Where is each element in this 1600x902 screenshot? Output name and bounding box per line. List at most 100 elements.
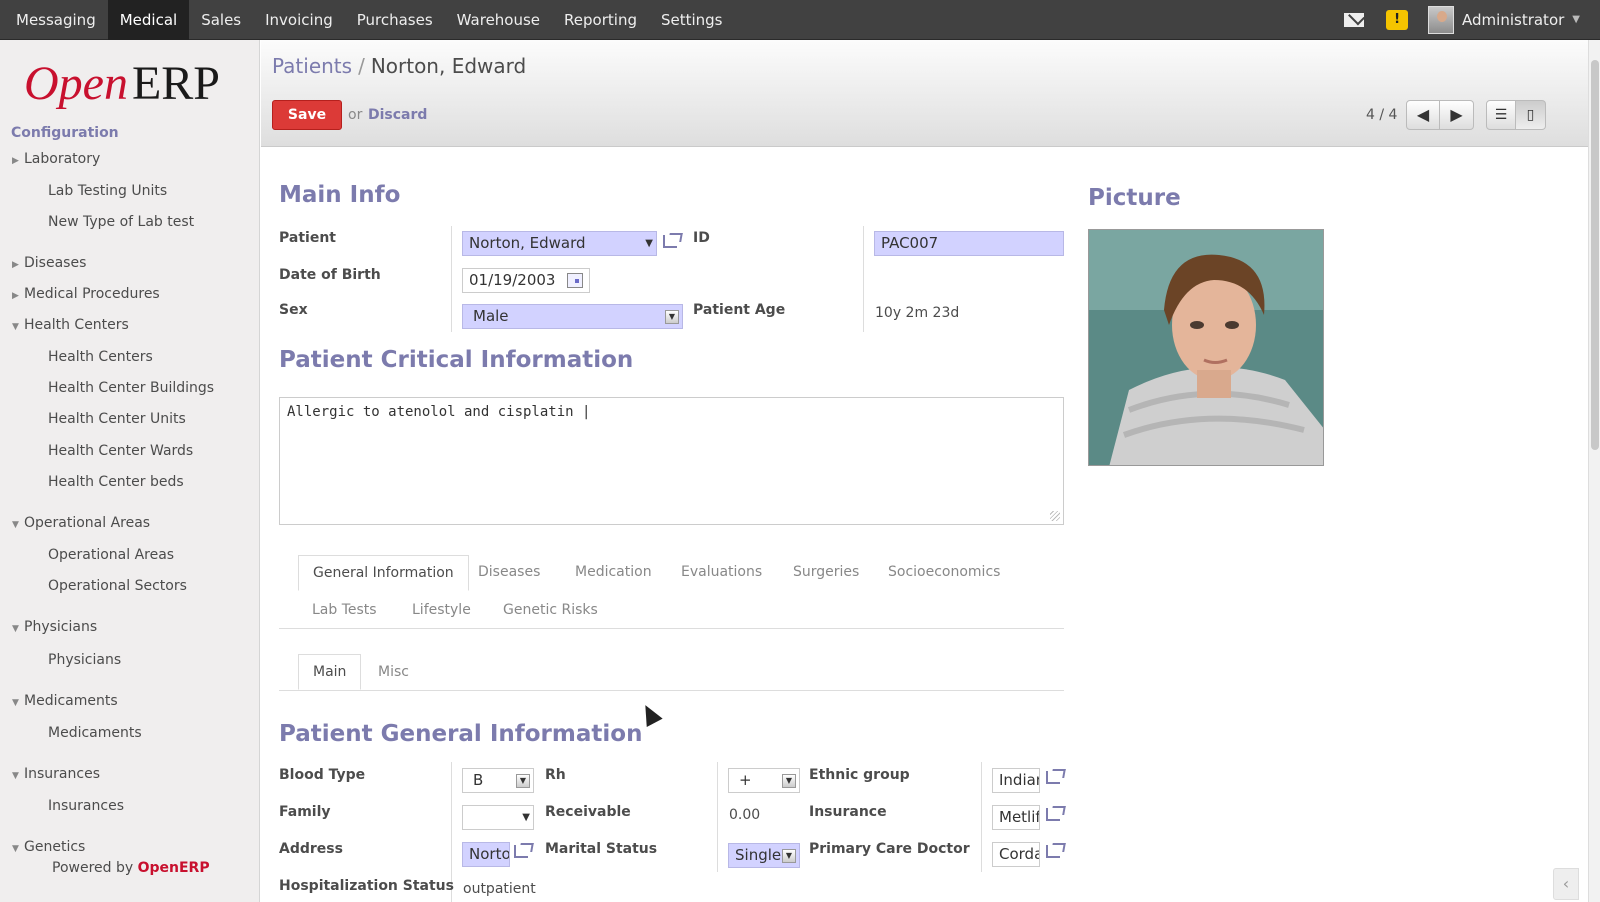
patient-photo-image <box>1089 230 1323 465</box>
subtab-misc[interactable]: Misc <box>378 664 409 680</box>
sex-select[interactable]: Male ▼ <box>462 304 683 329</box>
ethnic-group-field[interactable]: Indian <box>992 768 1040 793</box>
menu-reporting[interactable]: Reporting <box>552 0 649 40</box>
tab-general-information[interactable]: General Information <box>298 555 469 591</box>
menu-medical[interactable]: Medical <box>107 0 190 40</box>
sidebar-item-health-centers[interactable]: Health Centers <box>48 349 153 365</box>
sidebar-item-insurances-group[interactable]: ▼ Insurances <box>12 766 100 782</box>
sidebar-item-medical-procedures[interactable]: ▶ Medical Procedures <box>12 286 160 302</box>
dropdown-icon[interactable]: ▼ <box>665 310 679 324</box>
dob-label: Date of Birth <box>279 267 381 283</box>
external-link-icon[interactable] <box>1045 841 1065 859</box>
powered-by-link[interactable]: OpenERP <box>138 860 210 876</box>
mail-icon[interactable] <box>1344 12 1365 27</box>
list-view-icon[interactable]: ☰ <box>1486 100 1516 130</box>
discard-button[interactable]: Discard <box>368 107 427 123</box>
form-view-icon[interactable]: ▯ <box>1516 100 1546 130</box>
external-link-icon[interactable] <box>1045 804 1065 822</box>
external-link-icon[interactable] <box>513 841 533 859</box>
sidebar-item-operational-sectors[interactable]: Operational Sectors <box>48 578 187 594</box>
avatar[interactable] <box>1428 5 1455 34</box>
patient-photo[interactable] <box>1088 229 1324 466</box>
sidebar: OpenERP Configuration ▶ Laboratory Lab Te… <box>0 40 260 902</box>
dob-field[interactable]: 01/19/2003 <box>462 268 590 293</box>
external-link-icon[interactable] <box>1045 767 1065 785</box>
address-field[interactable]: Norton <box>462 842 510 867</box>
save-button[interactable]: Save <box>272 100 342 130</box>
calendar-icon[interactable] <box>567 273 583 288</box>
receivable-value: 0.00 <box>729 807 761 823</box>
rh-select[interactable]: + ▼ <box>728 768 800 793</box>
dropdown-icon[interactable]: ▼ <box>782 849 796 863</box>
dropdown-icon[interactable]: ▼ <box>782 774 796 788</box>
sidebar-item-health-centers-group[interactable]: ▼ Health Centers <box>12 317 129 333</box>
openerp-logo[interactable]: OpenERP <box>24 56 220 111</box>
sidebar-item-insurances[interactable]: Insurances <box>48 798 124 814</box>
tab-medication[interactable]: Medication <box>575 564 652 580</box>
tab-lab-tests[interactable]: Lab Tests <box>312 602 377 618</box>
arrow-left-icon[interactable]: ◀ <box>1406 100 1440 130</box>
family-label: Family <box>279 804 331 820</box>
divider <box>863 226 864 332</box>
menu-warehouse[interactable]: Warehouse <box>445 0 552 40</box>
expand-icon: ▶ <box>12 156 19 166</box>
sidebar-item-physicians[interactable]: Physicians <box>48 652 121 668</box>
tab-surgeries[interactable]: Surgeries <box>793 564 859 580</box>
sidebar-item-medicaments-group[interactable]: ▼ Medicaments <box>12 693 118 709</box>
section-main-info: Main Info <box>279 182 401 208</box>
tabs-divider <box>279 628 1064 629</box>
user-name[interactable]: Administrator <box>1462 11 1564 29</box>
sidebar-item-health-center-buildings[interactable]: Health Center Buildings <box>48 380 214 396</box>
scrollbar[interactable] <box>1588 40 1600 902</box>
critical-info-textarea[interactable]: Allergic to atenolol and cisplatin | <box>279 397 1064 525</box>
arrow-right-icon[interactable]: ▶ <box>1440 100 1474 130</box>
resize-handle-icon[interactable] <box>1050 511 1060 521</box>
breadcrumb-patients[interactable]: Patients <box>272 54 352 78</box>
subtab-main[interactable]: Main <box>298 654 362 690</box>
primary-care-doctor-label: Primary Care Doctor <box>809 841 970 857</box>
or-label: or <box>348 107 363 123</box>
marital-status-select[interactable]: Single ▼ <box>728 843 800 868</box>
menu-messaging[interactable]: Messaging <box>4 0 108 40</box>
external-link-icon[interactable] <box>662 231 682 249</box>
tab-lifestyle[interactable]: Lifestyle <box>412 602 471 618</box>
dropdown-icon[interactable]: ▼ <box>522 806 530 829</box>
menu-settings[interactable]: Settings <box>649 0 735 40</box>
patient-age-label: Patient Age <box>693 302 786 318</box>
sidebar-item-operational-areas[interactable]: Operational Areas <box>48 547 174 563</box>
sidebar-item-laboratory[interactable]: ▶ Laboratory <box>12 151 100 167</box>
address-label: Address <box>279 841 343 857</box>
dropdown-icon[interactable]: ▼ <box>645 232 653 255</box>
sidebar-item-health-center-wards[interactable]: Health Center Wards <box>48 443 193 459</box>
family-field[interactable]: ▼ <box>462 805 534 830</box>
form-header: Patients / Norton, Edward Save or Discard … <box>261 40 1588 147</box>
menu-invoicing[interactable]: Invoicing <box>253 0 345 40</box>
tab-diseases[interactable]: Diseases <box>478 564 540 580</box>
sidebar-item-health-center-beds[interactable]: Health Center beds <box>48 474 184 490</box>
sidebar-item-physicians-group[interactable]: ▼ Physicians <box>12 619 97 635</box>
warning-icon[interactable]: ! <box>1386 9 1409 30</box>
menu-purchases[interactable]: Purchases <box>345 0 445 40</box>
dropdown-icon[interactable]: ▼ <box>516 774 530 788</box>
blood-type-select[interactable]: B ▼ <box>462 768 534 793</box>
insurance-field[interactable]: Metlife <box>992 805 1040 830</box>
id-field[interactable]: PAC007 <box>874 231 1064 256</box>
top-right-tools: ! Administrator ▼ <box>1344 0 1600 40</box>
sidebar-item-genetics-group[interactable]: ▼ Genetics <box>12 839 85 855</box>
menu-sales[interactable]: Sales <box>189 0 253 40</box>
receivable-label: Receivable <box>545 804 631 820</box>
sidebar-item-lab-testing-units[interactable]: Lab Testing Units <box>48 183 167 199</box>
sidebar-item-health-center-units[interactable]: Health Center Units <box>48 411 186 427</box>
tab-evaluations[interactable]: Evaluations <box>681 564 762 580</box>
sidebar-item-operational-areas-group[interactable]: ▼ Operational Areas <box>12 515 150 531</box>
chevron-down-icon[interactable]: ▼ <box>1572 14 1580 25</box>
primary-care-doctor-field[interactable]: Cordara <box>992 842 1040 867</box>
tab-genetic-risks[interactable]: Genetic Risks <box>503 602 598 618</box>
tab-socioeconomics[interactable]: Socioeconomics <box>888 564 1000 580</box>
sidebar-item-diseases[interactable]: ▶ Diseases <box>12 255 86 271</box>
sidebar-item-new-type-lab-test[interactable]: New Type of Lab test <box>48 214 194 230</box>
chevron-left-icon[interactable]: ‹ <box>1553 868 1579 900</box>
scrollbar-thumb[interactable] <box>1591 60 1599 450</box>
sidebar-item-medicaments[interactable]: Medicaments <box>48 725 142 741</box>
patient-field[interactable]: Norton, Edward ▼ <box>462 231 657 256</box>
